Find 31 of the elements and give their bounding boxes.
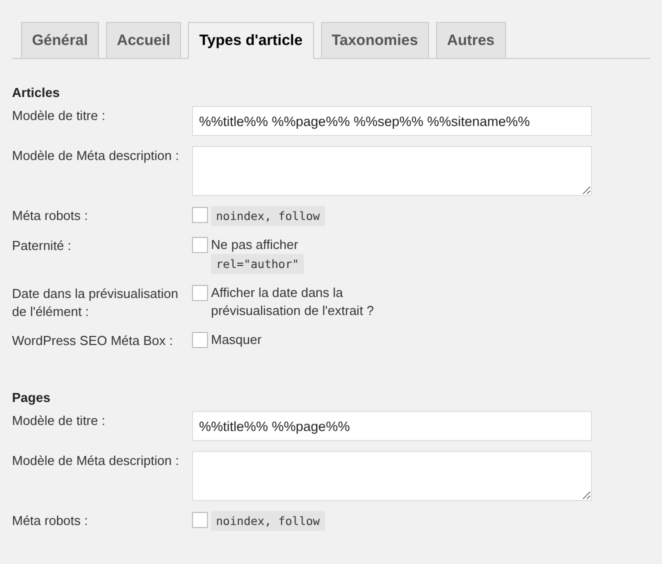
- checkbox-label: Masquer: [211, 331, 262, 349]
- field-label: Modèle de Méta description :: [12, 452, 180, 470]
- title-template-field[interactable]: %%title%% %%page%% %%sep%% %%sitename%%: [192, 106, 592, 136]
- checkbox[interactable]: [192, 207, 208, 223]
- field-label: WordPress SEO Méta Box :: [12, 332, 174, 350]
- checkbox-label: Ne pas afficher: [211, 236, 298, 254]
- field-label: Méta robots :: [12, 207, 89, 225]
- meta-description-field[interactable]: [192, 451, 592, 501]
- tab[interactable]: Général: [21, 22, 99, 58]
- title-template-field[interactable]: %%title%% %%page%%: [192, 411, 592, 441]
- field-label: Modèle de titre :: [12, 107, 106, 125]
- field-label: Paternité :: [12, 237, 72, 255]
- tab[interactable]: Accueil: [106, 22, 182, 58]
- field-label: Date dans la prévisualisation de l'élément :: [12, 285, 180, 321]
- checkbox[interactable]: [192, 237, 208, 253]
- checkbox[interactable]: [192, 512, 208, 528]
- meta-description-field[interactable]: [192, 146, 592, 196]
- tab[interactable]: Types d'article: [188, 22, 314, 59]
- field-label: Modèle de titre :: [12, 412, 106, 430]
- checkbox[interactable]: [192, 285, 208, 301]
- field-label: Modèle de Méta description :: [12, 147, 180, 165]
- code-snippet: rel="author": [211, 254, 304, 274]
- tab[interactable]: Taxonomies: [320, 22, 429, 58]
- tab[interactable]: Autres: [436, 22, 506, 58]
- checkbox[interactable]: [192, 332, 208, 348]
- code-snippet: noindex, follow: [211, 511, 325, 531]
- checkbox-label: Afficher la date dans la prévisualisation de l'extrait ?: [211, 284, 375, 320]
- code-snippet: noindex, follow: [211, 206, 325, 226]
- field-label: Méta robots :: [12, 512, 89, 530]
- section-heading: Pages: [12, 390, 52, 405]
- section-heading: Articles: [12, 85, 61, 100]
